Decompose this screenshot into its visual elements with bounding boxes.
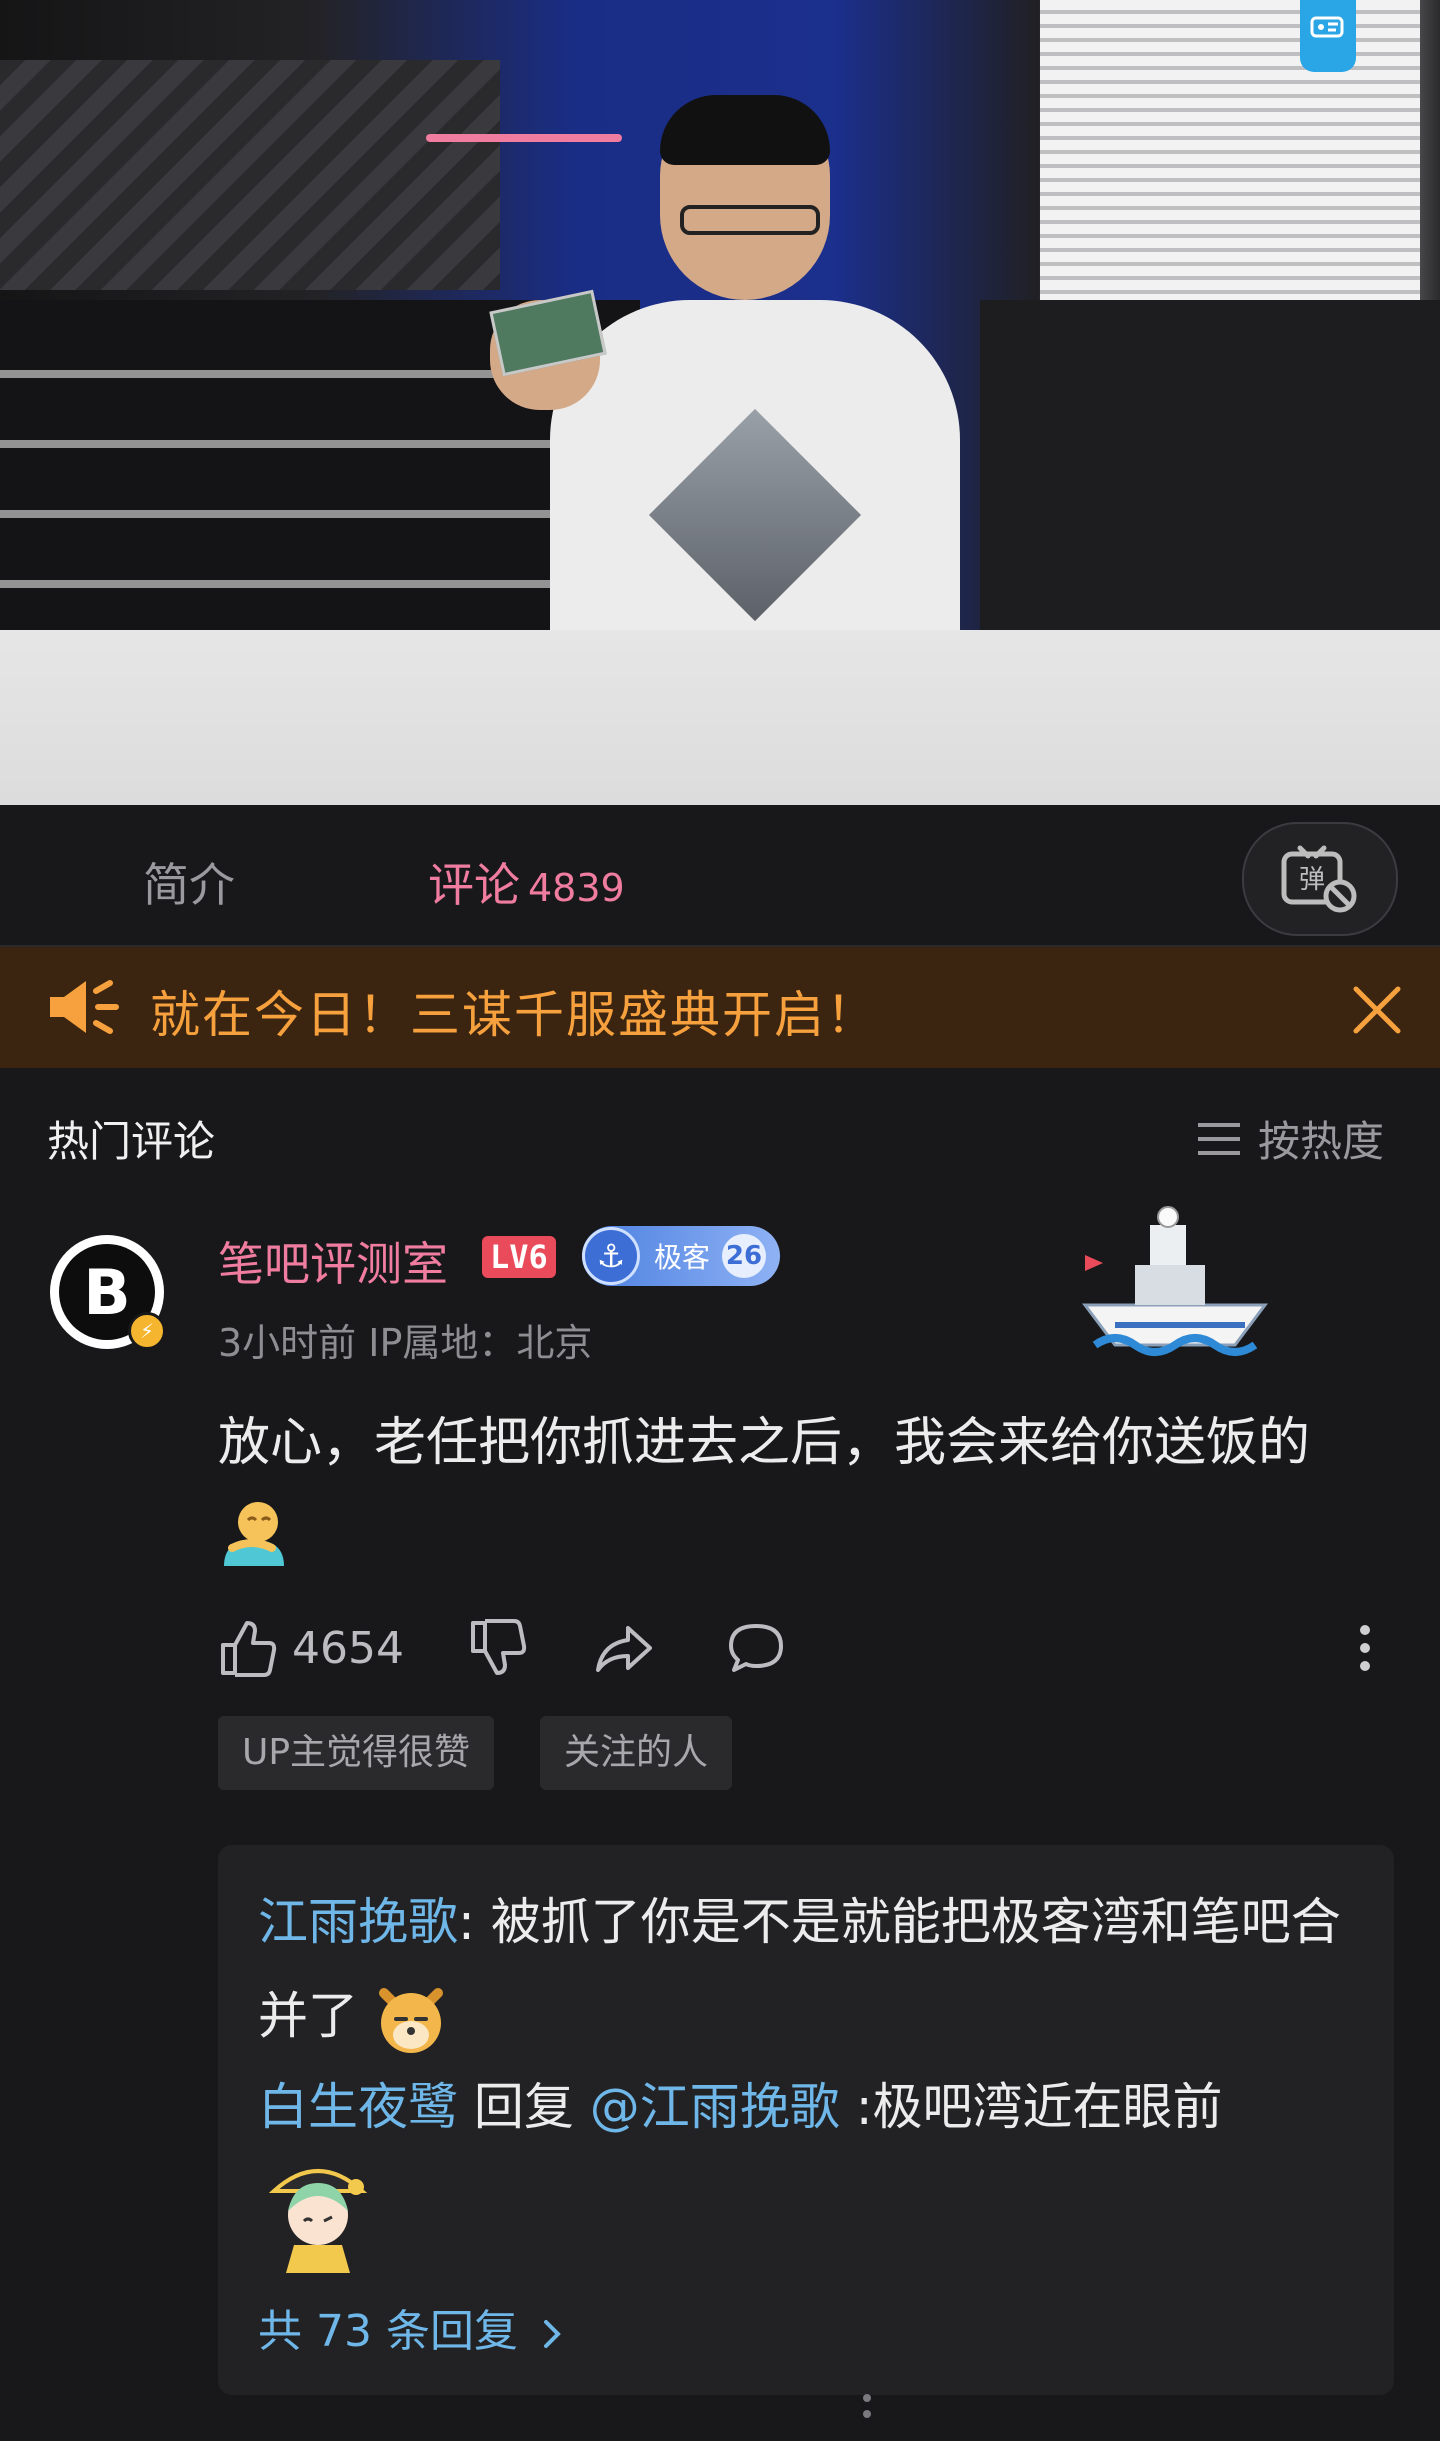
tag-up-liked: UP主觉得很赞 <box>218 1716 495 1790</box>
anime-sticker-icon <box>268 2169 368 2273</box>
video-person-hair <box>660 95 830 165</box>
reply-username[interactable]: 白生夜鹭 <box>258 2078 458 2136</box>
dislike-button[interactable] <box>468 1618 528 1678</box>
tab-comments[interactable]: 评论 4839 <box>428 849 625 915</box>
reply-button[interactable] <box>726 1618 786 1678</box>
video-background-shelf <box>0 60 500 290</box>
channel-watermark-icon <box>1300 0 1356 72</box>
promo-banner[interactable]: 就在今日！三谋千服盛典开启！ <box>0 947 1440 1068</box>
view-more-replies-link[interactable]: 共 73 条回复 <box>258 2295 568 2359</box>
fan-medal-name: 极客 <box>654 1241 711 1274</box>
share-icon <box>595 1626 652 1672</box>
chat-bubble-icon <box>728 1624 783 1672</box>
like-button[interactable] <box>218 1618 278 1678</box>
thumbs-up-icon <box>221 1621 277 1677</box>
tab-intro[interactable]: 简介 <box>143 849 235 915</box>
close-icon[interactable] <box>1352 985 1402 1035</box>
speaker-icon <box>50 980 119 1034</box>
reply-separator: : <box>458 1893 491 1951</box>
video-player[interactable] <box>0 0 1440 805</box>
comment-actions: 4654 <box>218 1618 786 1678</box>
video-background-window <box>1040 0 1420 300</box>
active-tab-indicator <box>426 134 622 142</box>
fan-medal-level: 26 <box>722 1234 767 1278</box>
ship-decoration-icon <box>1082 1206 1268 1356</box>
comment-username[interactable]: 笔吧评测室 <box>218 1228 448 1294</box>
comment-count: 4839 <box>528 866 625 910</box>
tab-comments-label: 评论 <box>428 858 520 912</box>
banner-text: 就在今日！三谋千服盛典开启！ <box>150 986 878 1044</box>
reply-item[interactable]: 江雨挽歌: 被抓了你是不是就能把极客湾和笔吧合并了 <box>258 1875 1368 2063</box>
tag-following: 关注的人 <box>540 1716 733 1790</box>
section-title: 热门评论 <box>47 1117 216 1166</box>
doge-emoji-icon <box>378 1987 443 2053</box>
scroll-hint-icon <box>863 2394 871 2418</box>
share-button[interactable] <box>594 1618 654 1678</box>
reply-item[interactable]: 白生夜鹭 回复 @江雨挽歌 :极吧湾近在眼前 <box>258 2067 1223 2139</box>
tab-bar: 简介 评论 4839 <box>0 805 1440 947</box>
danmaku-toggle-button[interactable]: 弹 <box>1242 822 1398 936</box>
reply-mention[interactable]: @江雨挽歌 <box>590 2078 840 2136</box>
like-count: 4654 <box>292 1622 404 1674</box>
lightning-badge-icon: ⚡ <box>128 1312 166 1350</box>
level-badge: LV6 <box>482 1236 556 1278</box>
menu-lines-icon <box>1198 1122 1240 1155</box>
reply-text: :极吧湾近在眼前 <box>839 2078 1223 2136</box>
anchor-icon: ⚓ <box>582 1227 640 1285</box>
replies-panel[interactable]: 江雨挽歌: 被抓了你是不是就能把极客湾和笔吧合并了 白生夜鹭 回复 @江雨挽歌 … <box>218 1845 1394 2395</box>
comment-meta: 3小时前 IP属地：北京 <box>218 1321 593 1365</box>
sort-button[interactable]: 按热度 <box>1196 1108 1384 1169</box>
svg-text:弹: 弹 <box>1299 865 1325 895</box>
tab-intro-label: 简介 <box>143 858 235 912</box>
danmaku-off-icon: 弹 <box>1281 845 1357 913</box>
more-vertical-icon[interactable] <box>1350 1618 1380 1678</box>
video-person-glasses <box>680 205 820 235</box>
chevron-right-icon <box>543 2320 561 2348</box>
reply-word: 回复 <box>458 2078 590 2136</box>
video-background-rack <box>980 300 1440 630</box>
hug-emoji-icon <box>224 1502 284 1566</box>
sort-label: 按热度 <box>1258 1117 1385 1166</box>
comment-text: 放心，老任把你抓进去之后，我会来给你送饭的 <box>218 1400 1398 1572</box>
reply-username[interactable]: 江雨挽歌 <box>258 1893 458 1951</box>
thumbs-down-icon <box>470 1619 527 1675</box>
fan-medal-badge[interactable]: ⚓ 极客 26 <box>582 1226 781 1286</box>
more-replies-label: 共 73 条回复 <box>258 2306 518 2357</box>
video-desk <box>0 630 1440 805</box>
comment-text-body: 放心，老任把你抓进去之后，我会来给你送饭的 <box>218 1413 1311 1473</box>
